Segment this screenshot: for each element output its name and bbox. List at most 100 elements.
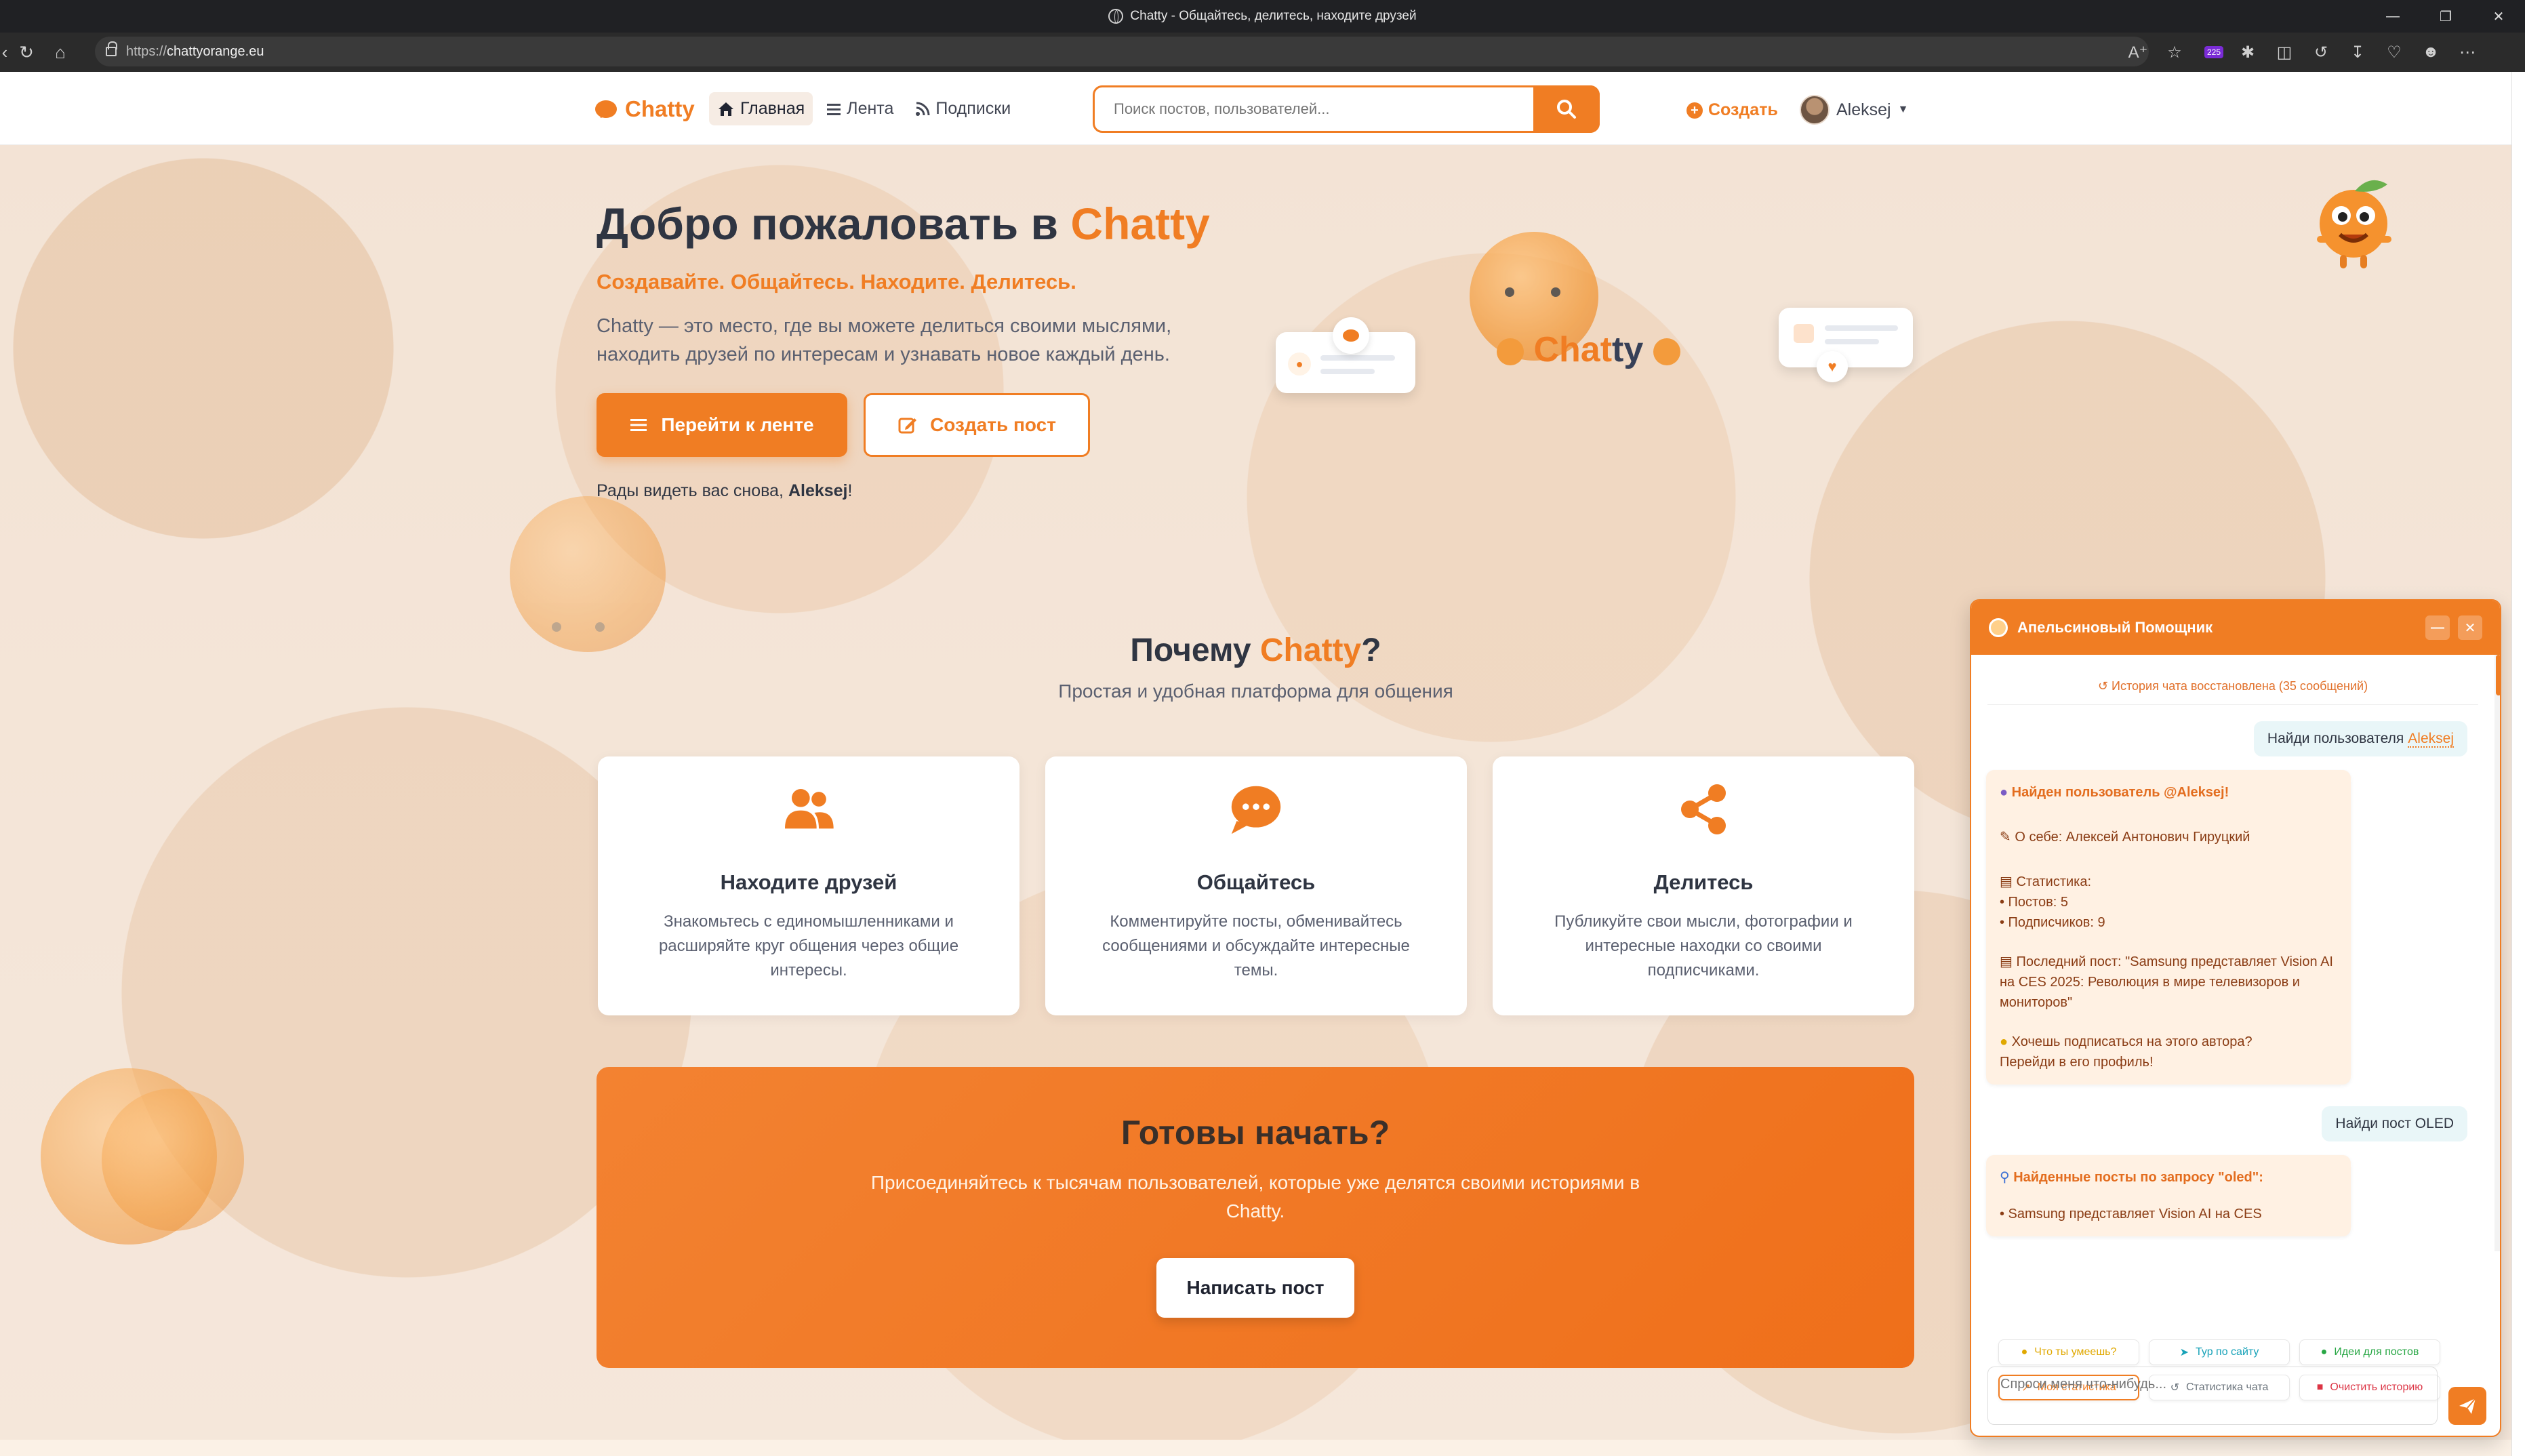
profile-avatar-icon[interactable]: ☻ xyxy=(2419,40,2443,64)
history-icon[interactable]: ↺ xyxy=(2309,40,2333,64)
logo-text: Chatty xyxy=(625,96,695,121)
chat-scrollbar[interactable] xyxy=(2494,655,2500,1251)
user-icon: ● xyxy=(2000,785,2012,800)
bot-stat-subs: • Подписчиков: 9 xyxy=(2000,915,2105,930)
user-mention[interactable]: Aleksej xyxy=(2408,731,2454,748)
orange-emoji-icon xyxy=(1653,338,1680,366)
extension-puzzle-icon[interactable]: ✱ xyxy=(2236,40,2260,64)
chat-input-box xyxy=(1987,1367,2438,1425)
heart-icon[interactable]: ♡ xyxy=(2382,40,2406,64)
placeholder-line xyxy=(1320,355,1395,361)
feature-title: Находите друзей xyxy=(720,870,897,894)
close-chat-button[interactable]: ✕ xyxy=(2458,615,2482,640)
magnifier-icon: ⚲ xyxy=(2000,1170,2014,1185)
scrollbar-thumb[interactable] xyxy=(2496,655,2500,695)
user-name: Aleksej xyxy=(1836,100,1891,119)
reload-icon[interactable]: ↻ xyxy=(9,35,43,69)
welcome-name: Aleksej xyxy=(788,481,848,500)
window-controls: — ❐ ✕ xyxy=(2366,0,2525,33)
bot-suggest-link[interactable]: Перейди в его профиль! xyxy=(2000,1052,2337,1072)
user-message-text: Найди пост OLED xyxy=(2335,1116,2454,1131)
minimize-button[interactable]: — xyxy=(2366,0,2419,33)
why-title-brand: Chatty xyxy=(1259,632,1362,668)
minimize-chat-button[interactable]: — xyxy=(2425,615,2450,640)
close-window-button[interactable]: ✕ xyxy=(2472,0,2525,33)
create-post-button[interactable]: Создать пост xyxy=(864,393,1090,457)
chip-what-can-you-do[interactable]: ● Что ты умеешь? xyxy=(1998,1339,2139,1365)
bot-line-found: ⚲ Найденные посты по запросу "oled": xyxy=(2000,1167,2337,1188)
user-menu[interactable]: Aleksej ▼ xyxy=(1800,95,1908,125)
nav-home[interactable]: Главная xyxy=(709,92,813,125)
nav-feed[interactable]: Лента xyxy=(818,92,902,125)
send-button[interactable] xyxy=(2448,1387,2486,1425)
placeholder-line xyxy=(1825,325,1898,331)
home-icon[interactable]: ⌂ xyxy=(43,35,77,69)
bot-found-text: Найденные посты по запросу "oled": xyxy=(2013,1170,2263,1185)
extension-badge[interactable]: 225 xyxy=(2204,46,2223,58)
chip-site-tour[interactable]: ➤ Тур по сайту xyxy=(2149,1339,2290,1365)
chat-input[interactable] xyxy=(1988,1367,2437,1424)
bot-line-suggest: ● Хочешь подписаться на этого автора? xyxy=(2000,1032,2337,1052)
orange-mascot-icon xyxy=(2317,180,2391,268)
chat-bubble-icon xyxy=(1229,782,1283,836)
paper-plane-icon xyxy=(2459,1398,2476,1414)
orange-eye xyxy=(552,622,561,632)
search-input[interactable] xyxy=(1095,89,1533,129)
chat-messages[interactable]: ↺ История чата восстановлена (35 сообщен… xyxy=(1971,655,2494,1251)
list-icon xyxy=(827,103,841,115)
feature-title: Общайтесь xyxy=(1196,870,1316,894)
hero-title-brand: Chatty xyxy=(1070,199,1210,249)
footer-strip xyxy=(0,1440,2511,1456)
bot-last-post: Последний пост: "Samsung представляет Vi… xyxy=(2000,954,2333,1010)
web-page: Chatty Главная Лента Подписки + Соз xyxy=(0,72,2511,1456)
address-bar[interactable]: https:// chattyorange.eu xyxy=(95,37,2149,66)
create-post-label: Создать пост xyxy=(930,414,1056,435)
bot-suggest-text: Хочешь подписаться на этого автора? xyxy=(2011,1034,2253,1049)
page-scrollbar[interactable] xyxy=(2511,72,2525,1456)
hero-title-text: Добро пожаловать в xyxy=(597,199,1071,249)
bot-line-found: ● Найден пользователь @Aleksej! xyxy=(2000,782,2337,803)
nav-subscriptions[interactable]: Подписки xyxy=(907,92,1019,125)
bot-found-text: Найден пользователь @Aleksej! xyxy=(2011,785,2229,800)
chip-post-ideas[interactable]: ● Идеи для постов xyxy=(2299,1339,2440,1365)
favorite-star-icon[interactable]: ☆ xyxy=(2162,40,2187,64)
feature-text: Публикуйте свои мысли, фотографии и инте… xyxy=(1554,912,1853,979)
why-title-suffix: ? xyxy=(1361,632,1381,668)
read-aloud-icon[interactable]: A⁺ xyxy=(2126,40,2150,64)
history-restored-text: История чата восстановлена (35 сообщений… xyxy=(2112,679,2368,693)
split-screen-icon[interactable]: ◫ xyxy=(2272,40,2297,64)
search-button[interactable] xyxy=(1533,85,1600,133)
home-icon xyxy=(719,102,733,116)
heart-icon: ♥ xyxy=(1817,351,1848,382)
lock-icon xyxy=(106,41,117,56)
bot-post-preview[interactable]: • Samsung представляет Vision AI на CES xyxy=(2000,1204,2337,1224)
back-button[interactable]: ‹ xyxy=(0,35,9,69)
memo-icon: ✎ xyxy=(2000,830,2015,845)
list-icon xyxy=(630,419,647,431)
site-logo[interactable]: Chatty xyxy=(595,96,695,122)
rss-icon xyxy=(916,102,930,116)
more-menu-icon[interactable]: ⋯ xyxy=(2455,40,2480,64)
address-actions: A⁺ ☆ xyxy=(2126,38,2187,66)
profile-card-illustration: ● xyxy=(1276,317,1415,393)
create-link[interactable]: + Создать xyxy=(1686,100,1778,120)
downloads-icon[interactable]: ↧ xyxy=(2345,40,2370,64)
orange-eye xyxy=(1551,287,1560,297)
edit-icon xyxy=(898,418,917,434)
bot-stat-posts: • Постов: 5 xyxy=(2000,895,2068,910)
feature-text: Знакомьтесь с единомышленниками и расшир… xyxy=(658,912,959,979)
welcome-message: Рады видеть вас снова, Aleksej! xyxy=(597,481,852,501)
create-label: Создать xyxy=(1708,100,1778,119)
chat-header: Апельсиновый Помощник — ✕ xyxy=(1971,601,2500,655)
user-icon: ● xyxy=(1288,352,1311,376)
users-icon xyxy=(782,782,836,836)
write-post-button[interactable]: Написать пост xyxy=(1156,1258,1354,1318)
go-to-feed-label: Перейти к ленте xyxy=(661,414,814,435)
feature-title: Делитесь xyxy=(1653,870,1754,894)
decorative-orange-face xyxy=(510,496,666,652)
restore-button[interactable]: ❐ xyxy=(2419,0,2472,33)
lightbulb-icon: ● xyxy=(2320,1346,2328,1358)
search-box xyxy=(1093,85,1600,133)
go-to-feed-button[interactable]: Перейти к ленте xyxy=(597,393,847,457)
feature-card-friends: Находите друзей Знакомьтесь с единомышле… xyxy=(598,756,1019,1015)
